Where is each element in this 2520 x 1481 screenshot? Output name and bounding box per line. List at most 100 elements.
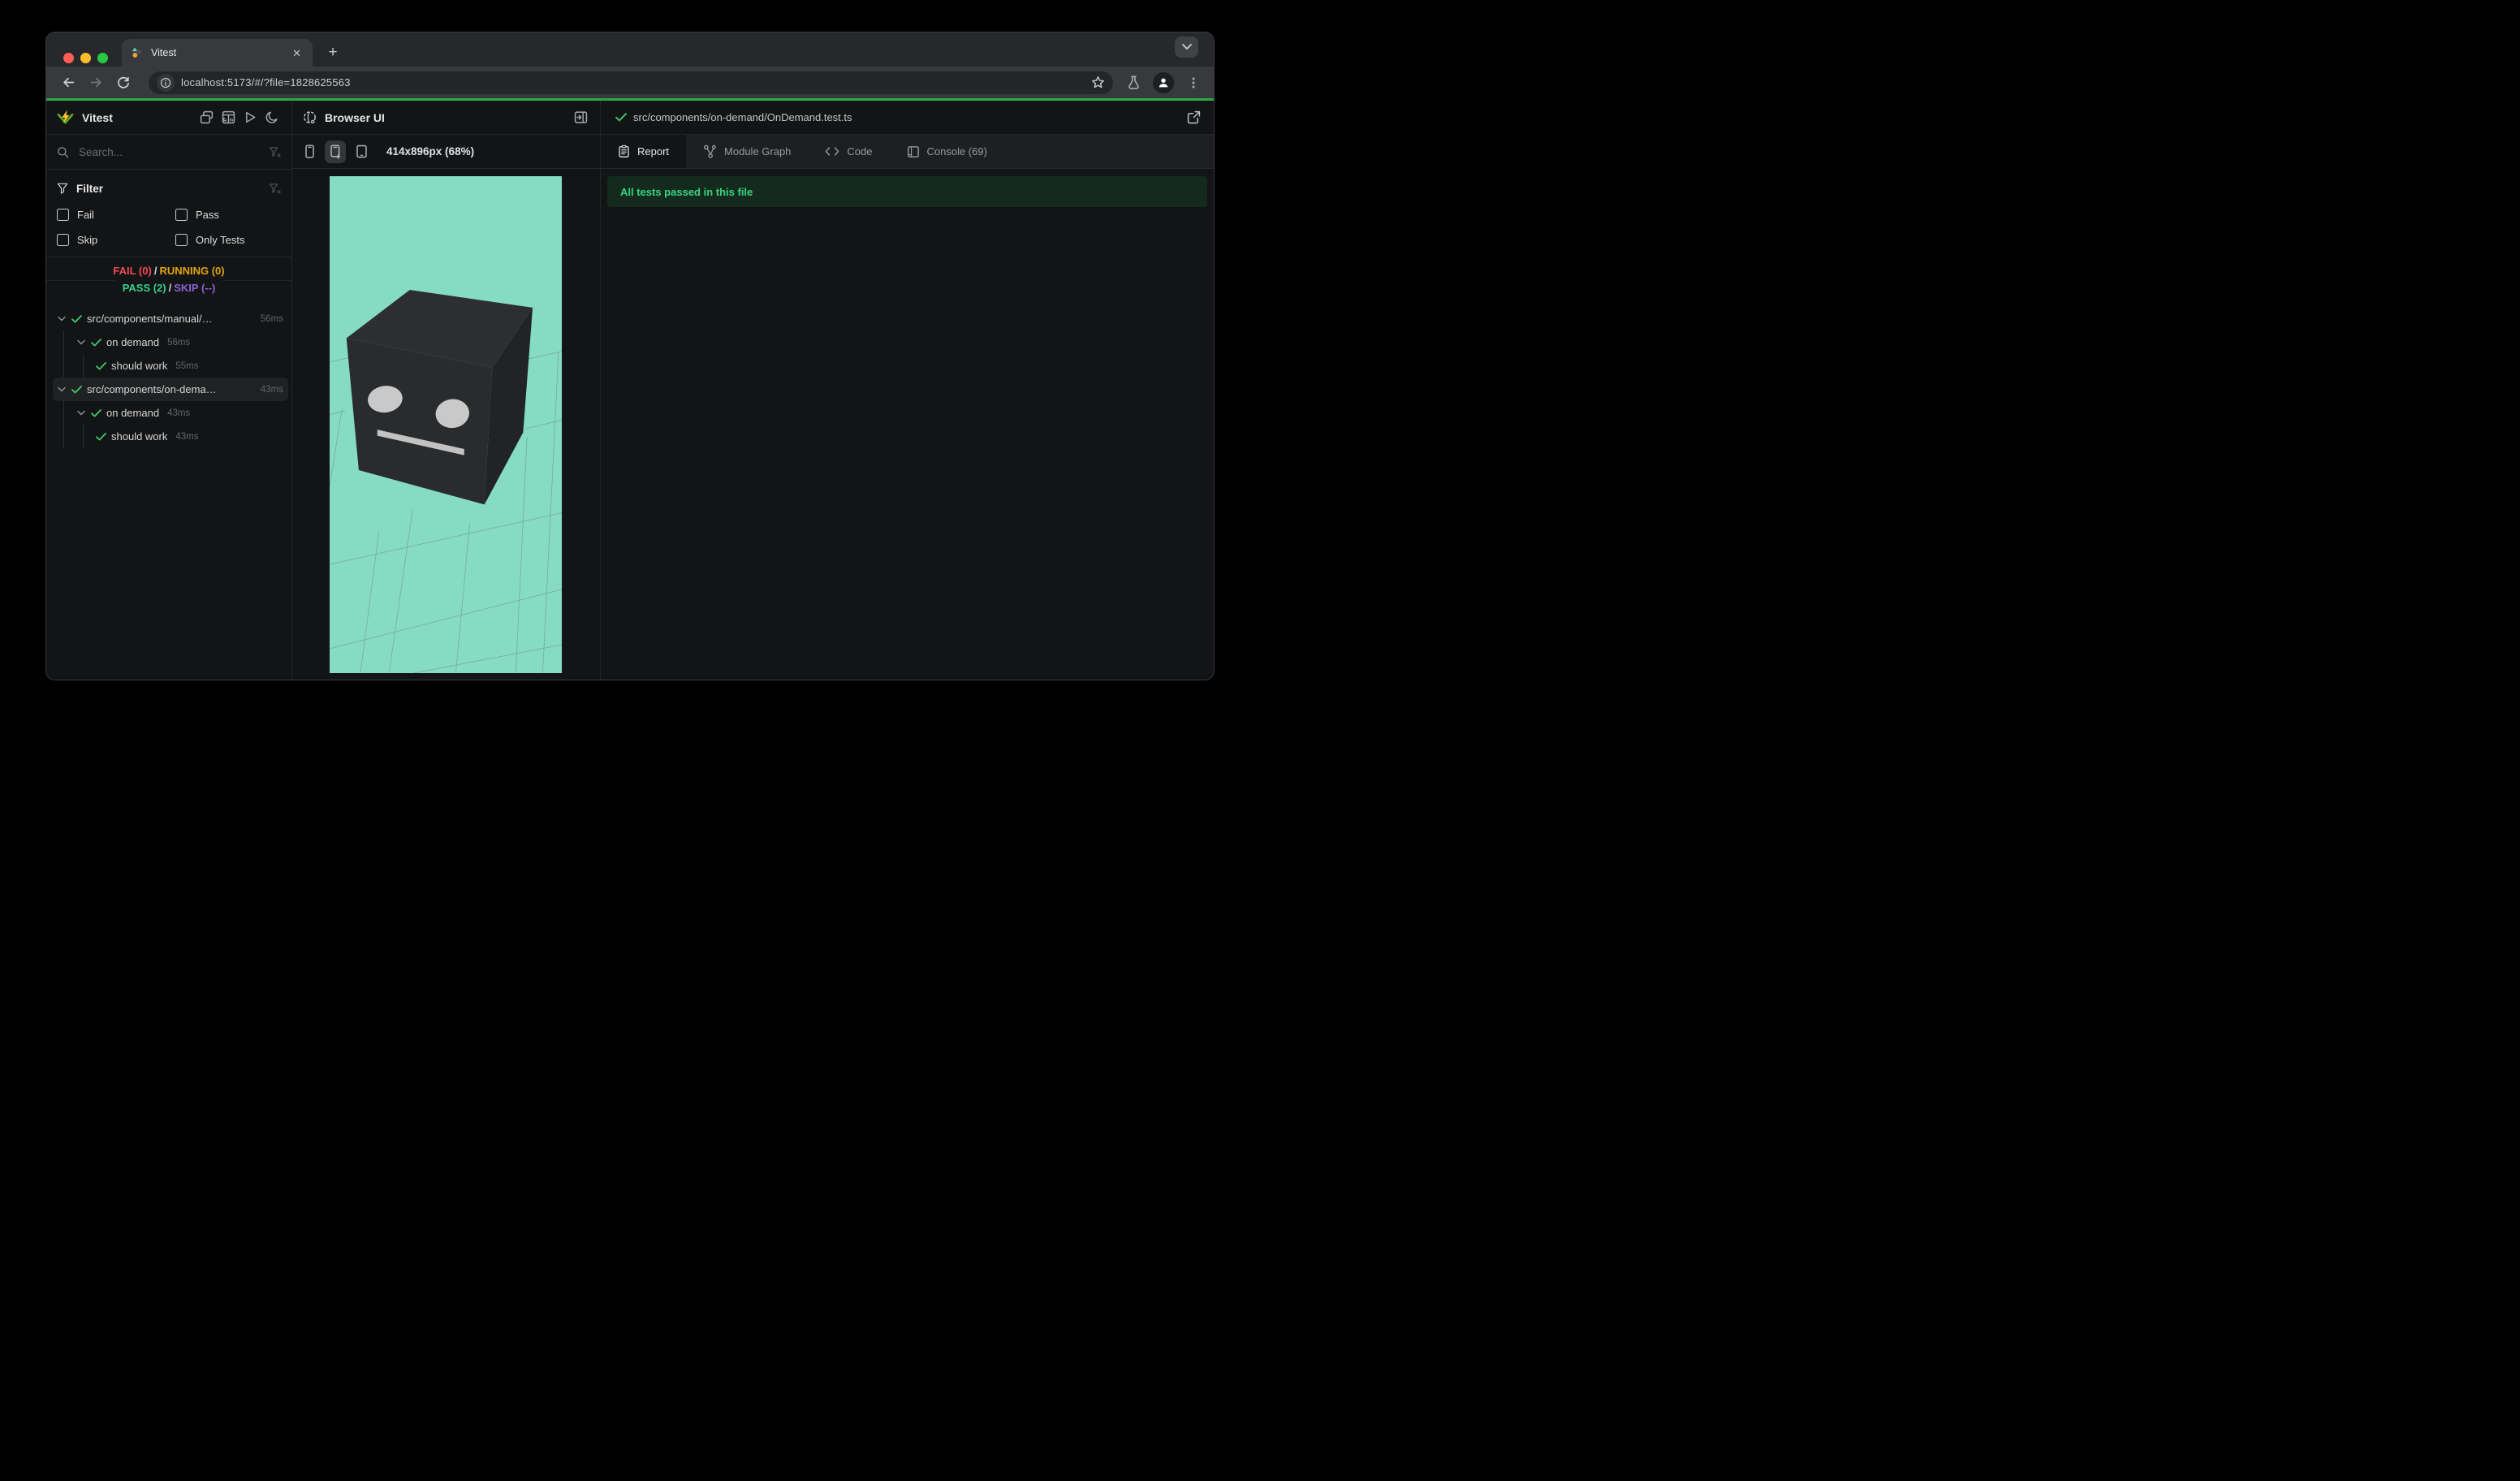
console-icon	[907, 145, 919, 158]
test-file-row-selected[interactable]: src/components/on-dema… 43ms	[53, 378, 288, 401]
app-title: Vitest	[82, 110, 113, 124]
viewport-size-label: 414x896px (68%)	[386, 145, 475, 158]
file-path-row: src/components/on-demand/OnDemand.test.t…	[601, 101, 1214, 135]
forward-button[interactable]	[85, 72, 106, 93]
reload-button[interactable]	[113, 72, 134, 93]
tab-label: Module Graph	[724, 145, 792, 158]
filter-checkbox-skip[interactable]: Skip	[57, 231, 175, 248]
clear-filter-icon[interactable]	[269, 183, 281, 195]
test-file-row[interactable]: src/components/manual/… 56ms	[53, 307, 288, 330]
open-in-panel-icon[interactable]	[572, 109, 589, 127]
tab-label: Report	[637, 145, 670, 158]
new-tab-button[interactable]: +	[322, 42, 343, 63]
address-bar[interactable]: localhost:5173/#/?file=1828625563	[149, 71, 1113, 94]
run-all-icon[interactable]	[241, 109, 259, 127]
tab-module-graph[interactable]: Module Graph	[686, 135, 808, 168]
screenshot-stage: Vitest ✕ + localhost:5173/#/?file=182862…	[0, 0, 1260, 740]
experiments-flask-icon[interactable]	[1124, 74, 1142, 92]
status-line-2: PASS (2) / SKIP (--)	[114, 279, 223, 296]
device-phone-small-icon[interactable]	[299, 140, 320, 163]
filter-label: Pass	[196, 208, 219, 221]
chevron-down-icon[interactable]	[54, 386, 69, 392]
running-count: RUNNING (0)	[159, 265, 225, 277]
tab-label: Code	[847, 145, 873, 158]
pass-check-icon	[88, 408, 103, 417]
dashboard-icon[interactable]	[219, 109, 237, 127]
vitest-ui: Vitest Search... Filter Fail Pass Skip O…	[46, 101, 1214, 680]
pass-check-icon	[93, 432, 108, 441]
clipboard-icon	[619, 145, 629, 158]
minimize-window-button[interactable]	[80, 53, 91, 63]
search-input[interactable]	[77, 145, 269, 159]
test-case-row[interactable]: should work 43ms	[53, 425, 288, 448]
module-graph-icon	[704, 145, 716, 158]
tab-label: Console (69)	[926, 145, 987, 158]
close-window-button[interactable]	[63, 53, 74, 63]
test-suite-row[interactable]: on demand 56ms	[53, 330, 288, 354]
dark-mode-moon-icon[interactable]	[263, 109, 281, 127]
test-suite-row[interactable]: on demand 43ms	[53, 401, 288, 425]
open-external-icon[interactable]	[1187, 110, 1201, 124]
test-file-path: src/components/on-demand/OnDemand.test.t…	[633, 111, 852, 123]
code-icon	[826, 147, 839, 156]
tab-strip: Vitest ✕ +	[46, 32, 1214, 67]
test-file-name: src/components/manual/…	[87, 313, 213, 325]
profile-avatar[interactable]	[1153, 71, 1174, 93]
url-text[interactable]: localhost:5173/#/?file=1828625563	[181, 76, 1091, 89]
filter-section: Filter Fail Pass Skip Only Tests	[46, 170, 291, 257]
tab-code[interactable]: Code	[808, 135, 889, 168]
preview-header: Browser UI	[292, 101, 600, 135]
back-arrow-icon	[63, 77, 74, 88]
person-icon	[1159, 78, 1168, 87]
device-toolbar: 414x896px (68%)	[292, 135, 600, 169]
device-phone-plus-icon[interactable]	[325, 140, 346, 163]
threejs-scene	[330, 176, 562, 673]
test-file-name: src/components/on-dema…	[87, 383, 217, 395]
traffic-lights	[63, 53, 108, 63]
skip-count: SKIP (--)	[174, 282, 216, 294]
preview-title: Browser UI	[325, 110, 385, 124]
browser-toolbar: localhost:5173/#/?file=1828625563	[46, 67, 1214, 98]
fail-count: FAIL (0)	[113, 265, 152, 277]
detail-panel: src/components/on-demand/OnDemand.test.t…	[601, 101, 1214, 680]
device-tablet-icon[interactable]	[351, 140, 372, 163]
test-duration: 43ms	[167, 408, 191, 418]
checkbox-icon[interactable]	[57, 233, 69, 246]
bookmark-star-icon[interactable]	[1091, 76, 1105, 89]
browser-menu-icon[interactable]	[1184, 74, 1202, 92]
test-duration: 43ms	[260, 384, 283, 395]
app-under-test-viewport[interactable]	[330, 176, 562, 673]
tab-report[interactable]: Report	[601, 135, 687, 168]
toolbar-right-icons	[1124, 71, 1202, 93]
chevron-down-icon[interactable]	[74, 339, 88, 345]
filter-checkbox-only-tests[interactable]: Only Tests	[175, 231, 281, 248]
checkbox-icon[interactable]	[175, 208, 188, 221]
chevron-down-icon[interactable]	[74, 410, 88, 416]
tab-console[interactable]: Console (69)	[890, 135, 1004, 168]
test-duration: 43ms	[175, 431, 199, 442]
site-info-icon[interactable]	[157, 73, 175, 92]
collapse-panels-icon[interactable]	[197, 109, 215, 127]
detail-tabs: Report Module Graph Code Console (69)	[601, 135, 1214, 169]
zoom-window-button[interactable]	[97, 53, 108, 63]
tab-search-button[interactable]	[1175, 37, 1198, 58]
clear-search-filter-icon[interactable]	[269, 146, 281, 158]
test-case-row[interactable]: should work 55ms	[53, 354, 288, 378]
filter-funnel-icon	[57, 183, 68, 194]
test-tree: src/components/manual/… 56ms on demand 5…	[46, 302, 291, 448]
filter-checkbox-pass[interactable]: Pass	[175, 205, 281, 223]
tab-close-icon[interactable]: ✕	[291, 46, 303, 60]
test-suite-name: on demand	[106, 336, 160, 348]
tab-title: Vitest	[151, 47, 177, 58]
search-icon	[58, 146, 69, 158]
browser-tab-vitest[interactable]: Vitest ✕	[122, 39, 313, 67]
back-button[interactable]	[58, 72, 79, 93]
status-line-1: FAIL (0) / RUNNING (0)	[106, 262, 232, 279]
checkbox-icon[interactable]	[57, 208, 69, 221]
chevron-down-icon[interactable]	[54, 316, 69, 322]
checkbox-icon[interactable]	[175, 233, 188, 246]
filter-checkbox-fail[interactable]: Fail	[57, 205, 175, 223]
browser-window: Vitest ✕ + localhost:5173/#/?file=182862…	[46, 32, 1214, 680]
filter-options: Fail Pass Skip Only Tests	[57, 205, 281, 248]
test-case-name: should work	[111, 430, 168, 443]
